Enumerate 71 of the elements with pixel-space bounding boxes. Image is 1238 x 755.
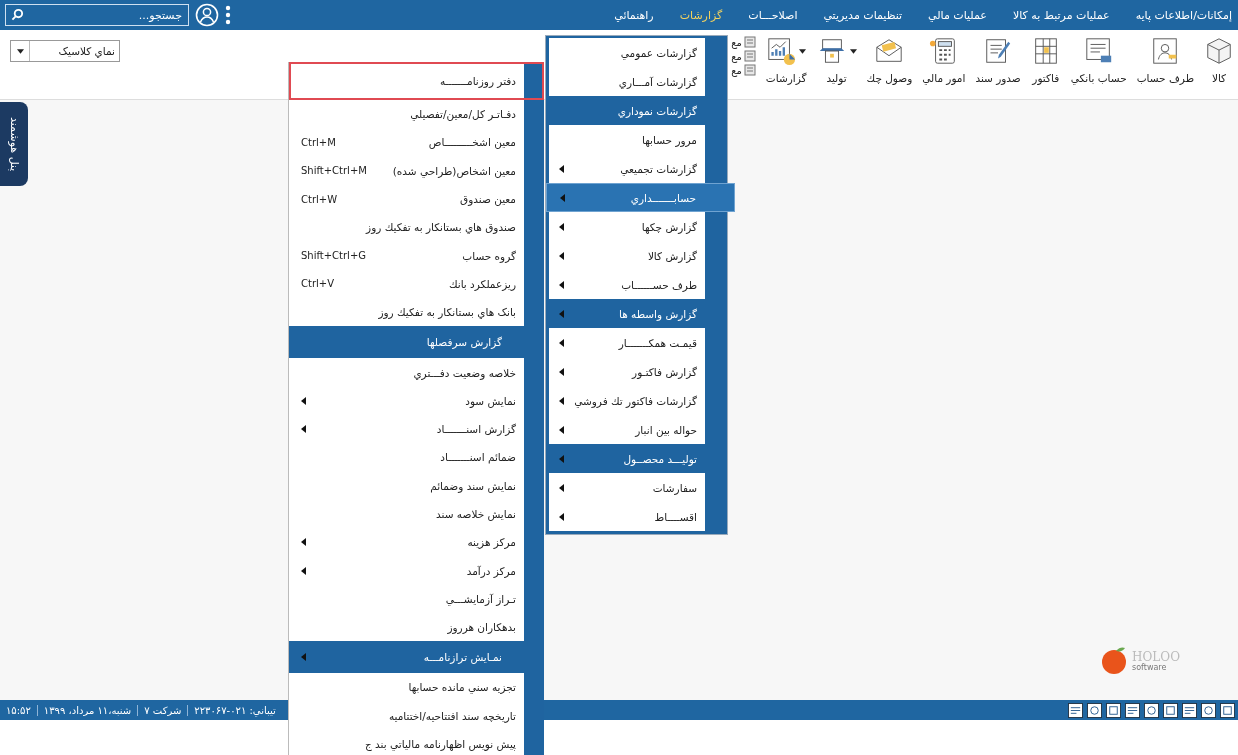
menu-item[interactable]: گزارشات [679,8,723,22]
toolbar-button[interactable]: وصول چك [866,36,913,84]
box-icon [1204,36,1234,66]
toolbar-button[interactable]: مع [731,64,756,76]
menu-item[interactable]: تجزيه سني مانده حسابها [289,673,544,702]
menu-item[interactable]: طرف حســــــاب [549,270,705,299]
menu-item[interactable]: حسابـــــــداري [546,183,735,212]
menu-item[interactable]: نمايش خلاصه سند [289,499,544,529]
menu-item[interactable]: ضمائم اسنـــــــاد [289,443,544,472]
menu-item[interactable]: تـراز آزمايشـــي [289,584,544,614]
menu-item[interactable]: گزارش فاكتـور [549,357,705,386]
logo-tagline: software [1132,664,1168,672]
menu-item[interactable]: تنظيمات مديريتي [823,8,903,22]
menu-item[interactable]: دفـاتـر كل/معين/تفصيلي [289,100,544,129]
menu-item[interactable]: راهنمائي [614,8,654,22]
menu-item[interactable]: گزارشات عمومي [549,38,705,67]
menu-item[interactable]: گزارش سرفصلها [289,326,544,359]
status-date: شنبه،۱۱ مرداد، ۱۳۹۹ [37,704,139,716]
toolbar-button[interactable]: امور مالي [922,36,966,84]
search-field[interactable]: جستجو... [5,4,189,26]
status-time: ۱۵:۵۲ [0,704,38,716]
menu-item[interactable]: خلاصه وضعيت دفـــتري [289,358,544,387]
toolbar-button[interactable]: گزارشات [765,36,807,84]
user-icon[interactable] [195,3,219,27]
menu-item[interactable]: مركز هزينه [289,528,544,557]
menu-item[interactable]: گزارشات فاكتور تك فروشي [549,386,705,415]
menu-item[interactable]: تاريخچه سند افتتاحيه/اختتاميه [289,701,544,730]
menu-item[interactable]: گزارش چكها [549,212,705,241]
status-company: شرکت ۷ [138,704,189,716]
menu-item[interactable]: إمکانات/اطلاعات پايه [1135,8,1232,22]
menu-item[interactable]: پيش نويس اظهارنامه مالياتي بند ج [289,729,544,755]
menu-item[interactable]: صندوق هاي بستانكار به تفكيك روز [289,213,544,242]
document-icon [743,36,756,48]
menu-item[interactable]: عمليات مرتبط به کالا [1012,8,1110,22]
menu-item[interactable]: گزارش کالا [549,241,705,270]
menu-item[interactable]: نمـايش ترازنامـــه [289,641,544,674]
menu-item[interactable]: اقســــاط [549,502,705,531]
menu-item[interactable]: گزارشات آمـــاري [549,67,705,96]
toolbar-button[interactable]: طرف حساب [1136,36,1194,84]
menu-item[interactable]: گزارش اسنـــــــاد [289,414,544,444]
toolbar-button[interactable]: صدور سند [975,36,1021,84]
menu-item[interactable]: گزارشات نموداري [546,96,727,125]
menu-item[interactable]: نمايش سود [289,386,544,415]
caret-icon [16,48,24,54]
more-icon[interactable] [225,5,231,25]
menu-item[interactable]: قيمـت همكـــــــار [549,328,705,357]
toolbar-button[interactable]: مع [731,36,756,48]
menu-item[interactable]: عمليات مالي [928,8,987,22]
status-support: تيباني: ۰۲۱-۲۲۳۰۶۷ [193,704,277,716]
toolbar-button[interactable]: مع [731,50,756,62]
menu-item[interactable]: توليـــد محصــول [546,444,727,473]
side-panel-tab[interactable]: پنل هوشمند [0,102,28,186]
logo-name: HOLOO [1132,650,1180,664]
menu-item[interactable]: مرور حسابها [549,125,705,154]
document-icon [743,50,756,62]
toolbar-button[interactable]: حساب بانکي [1070,36,1127,84]
menu-item[interactable]: مركز درآمد [289,556,544,585]
menu-item[interactable]: دفتر روزنامـــــــه [289,62,544,100]
search-icon [11,8,24,21]
document-icon [743,64,756,76]
menu-item[interactable]: نمايش سند وضمائم [289,471,544,500]
menu-item[interactable]: اصلاحـــات [748,8,798,22]
toolbar-button[interactable]: فاکتور [1030,36,1061,84]
menu-item[interactable]: گزارشات تجميعي [549,154,705,183]
menu-item[interactable]: سفارشات [549,473,705,502]
menu-item[interactable]: حواله بين انبار [549,415,705,444]
toolbar-button[interactable]: کالا [1204,36,1234,84]
menu-item[interactable]: گزارش واسطه ها [546,299,727,328]
square-icon[interactable] [1106,702,1121,718]
view-dropdown[interactable]: نماي كلاسيک [10,40,120,62]
toolbar-button[interactable]: توليد [816,36,857,84]
